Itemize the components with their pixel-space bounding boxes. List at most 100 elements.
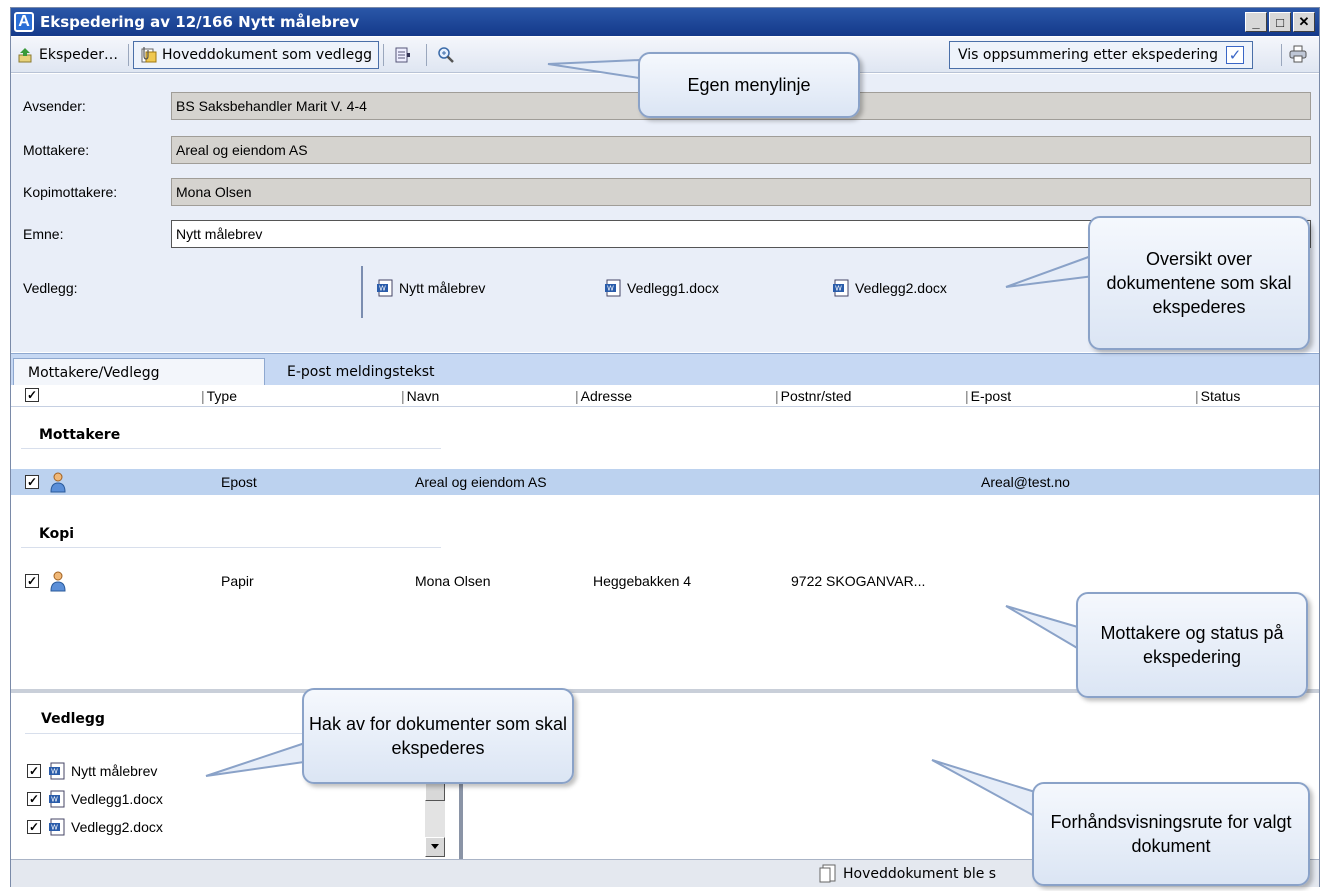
callout-oversikt: Oversikt over dokumentene som skal ekspe… xyxy=(1088,216,1310,350)
row-checkbox[interactable]: ✓ xyxy=(25,574,39,588)
svg-text:W: W xyxy=(51,824,58,832)
attachment-name: Vedlegg1.docx xyxy=(71,791,163,807)
close-button[interactable]: ✕ xyxy=(1293,12,1315,32)
attachment-item[interactable]: ✓ W Vedlegg1.docx xyxy=(27,789,163,809)
zoom-button[interactable] xyxy=(431,41,465,69)
column-status[interactable]: Status xyxy=(1195,388,1241,404)
table-header: ✓ Type Navn Adresse Postnr/sted E-post S… xyxy=(11,385,1319,407)
attachment-checkbox[interactable]: ✓ xyxy=(27,820,41,834)
maximize-button[interactable]: □ xyxy=(1269,12,1291,32)
word-document-icon: W xyxy=(603,278,623,298)
word-document-icon: W xyxy=(831,278,851,298)
kopimottakere-row: Kopimottakere: Mona Olsen xyxy=(11,178,1319,206)
callout-forhandsvisning: Forhåndsvisningsrute for valgt dokument xyxy=(1032,782,1310,886)
group-divider xyxy=(25,733,315,734)
group-divider xyxy=(21,448,441,449)
svg-text:W: W xyxy=(835,285,842,293)
tab-epost-meldingstekst[interactable]: E-post meldingstekst xyxy=(273,358,449,386)
title-bar: A Ekspedering av 12/166 Nytt målebrev _ … xyxy=(11,8,1319,36)
attachment-checkbox[interactable]: ✓ xyxy=(27,792,41,806)
table-row[interactable]: ✓ Epost Areal og eiendom AS Areal@test.n… xyxy=(11,469,1319,495)
kopimottakere-label: Kopimottakere: xyxy=(23,184,118,200)
callout-mottakere-status: Mottakere og status på ekspedering xyxy=(1076,592,1308,698)
vedlegg-doc-item[interactable]: W Vedlegg1.docx xyxy=(603,278,719,298)
vedlegg-doc-item[interactable]: W Nytt målebrev xyxy=(375,278,485,298)
emne-label: Emne: xyxy=(23,226,64,242)
attachment-name: Vedlegg2.docx xyxy=(71,819,163,835)
ekspeder-label: Ekspeder… xyxy=(39,46,119,63)
person-icon xyxy=(50,571,66,592)
tab-bar: Mottakere/Vedlegg E-post meldingstekst xyxy=(11,353,1319,386)
avsender-label: Avsender: xyxy=(23,98,86,114)
window-title: Ekspedering av 12/166 Nytt målebrev xyxy=(40,13,360,31)
toolbar-separator xyxy=(1281,44,1282,66)
vedlegg-doc-name: Vedlegg1.docx xyxy=(627,280,719,296)
column-epost[interactable]: E-post xyxy=(965,388,1011,404)
cell-adresse: Heggebakken 4 xyxy=(593,573,692,589)
word-document-icon: W xyxy=(47,789,67,809)
dispatch-icon xyxy=(18,47,32,62)
svg-text:W: W xyxy=(607,285,614,293)
hoveddokument-som-vedlegg-button[interactable]: Hoveddokument som vedlegg xyxy=(133,40,379,69)
cell-type: Papir xyxy=(221,573,254,589)
group-divider xyxy=(21,547,441,548)
column-postnr-sted[interactable]: Postnr/sted xyxy=(775,388,852,404)
scroll-up-button[interactable] xyxy=(425,781,445,801)
attachment-name: Nytt målebrev xyxy=(71,763,158,779)
vedlegg-doc-item[interactable]: W Vedlegg2.docx xyxy=(831,278,947,298)
word-document-icon: W xyxy=(47,817,67,837)
group-mottakere: Mottakere xyxy=(39,427,121,443)
cell-navn: Areal og eiendom AS xyxy=(415,474,547,490)
attachments-scrollbar[interactable] xyxy=(425,781,445,857)
vedlegg-divider xyxy=(361,266,363,318)
tab-mottakere-vedlegg[interactable]: Mottakere/Vedlegg xyxy=(13,358,265,386)
chevron-down-icon xyxy=(431,844,439,849)
cell-postnr-sted: 9722 SKOGANVAR... xyxy=(791,573,926,589)
attachments-title: Vedlegg xyxy=(41,711,105,727)
list-view-button[interactable] xyxy=(388,41,422,69)
cell-epost: Areal@test.no xyxy=(981,474,1070,490)
list-settings-icon xyxy=(395,47,410,62)
ekspeder-button[interactable]: Ekspeder… xyxy=(11,41,124,69)
vis-oppsummering-toggle[interactable]: Vis oppsummering etter ekspedering ✓ xyxy=(949,41,1253,69)
svg-text:W: W xyxy=(51,796,58,804)
word-document-icon: W xyxy=(47,761,67,781)
person-icon xyxy=(50,472,66,493)
toolbar-separator xyxy=(128,43,130,66)
window-controls: _ □ ✕ xyxy=(1245,12,1315,32)
table-row[interactable]: ✓ Papir Mona Olsen Heggebakken 4 9722 SK… xyxy=(11,568,1319,594)
vedlegg-doc-name: Vedlegg2.docx xyxy=(855,280,947,296)
column-type[interactable]: Type xyxy=(201,388,237,404)
toolbar-separator xyxy=(425,43,427,66)
svg-text:W: W xyxy=(379,285,386,293)
row-checkbox[interactable]: ✓ xyxy=(25,475,39,489)
callout-hak-av: Hak av for dokumenter som skal ekspedere… xyxy=(302,688,574,784)
group-kopi: Kopi xyxy=(39,526,75,542)
cell-navn: Mona Olsen xyxy=(415,573,491,589)
scroll-down-button[interactable] xyxy=(425,837,445,857)
hoveddokument-label: Hoveddokument som vedlegg xyxy=(162,46,372,63)
cell-type: Epost xyxy=(221,474,257,490)
vedlegg-doc-name: Nytt målebrev xyxy=(399,280,486,296)
status-text: Hoveddokument ble s xyxy=(843,866,997,882)
attach-document-icon xyxy=(141,46,157,62)
document-icon xyxy=(819,864,836,883)
mottakere-field: Areal og eiendom AS xyxy=(171,136,1311,164)
attachment-checkbox[interactable]: ✓ xyxy=(27,764,41,778)
column-adresse[interactable]: Adresse xyxy=(575,388,632,404)
select-all-checkbox[interactable]: ✓ xyxy=(25,388,39,402)
vis-oppsummering-label: Vis oppsummering etter ekspedering xyxy=(958,47,1218,63)
dispatch-window: A Ekspedering av 12/166 Nytt målebrev _ … xyxy=(10,7,1320,887)
attachment-item[interactable]: ✓ W Vedlegg2.docx xyxy=(27,817,163,837)
attachment-item[interactable]: ✓ W Nytt målebrev xyxy=(27,761,157,781)
app-logo-icon: A xyxy=(14,12,34,32)
vis-oppsummering-checkbox[interactable]: ✓ xyxy=(1225,46,1244,64)
status-message: Hoveddokument ble s xyxy=(819,864,996,884)
minimize-button[interactable]: _ xyxy=(1245,12,1267,32)
svg-text:W: W xyxy=(51,768,58,776)
magnifier-icon xyxy=(438,46,454,63)
toolbar-separator xyxy=(382,43,384,66)
print-button[interactable] xyxy=(1283,40,1317,68)
mottakere-label: Mottakere: xyxy=(23,142,90,158)
column-navn[interactable]: Navn xyxy=(401,388,440,404)
